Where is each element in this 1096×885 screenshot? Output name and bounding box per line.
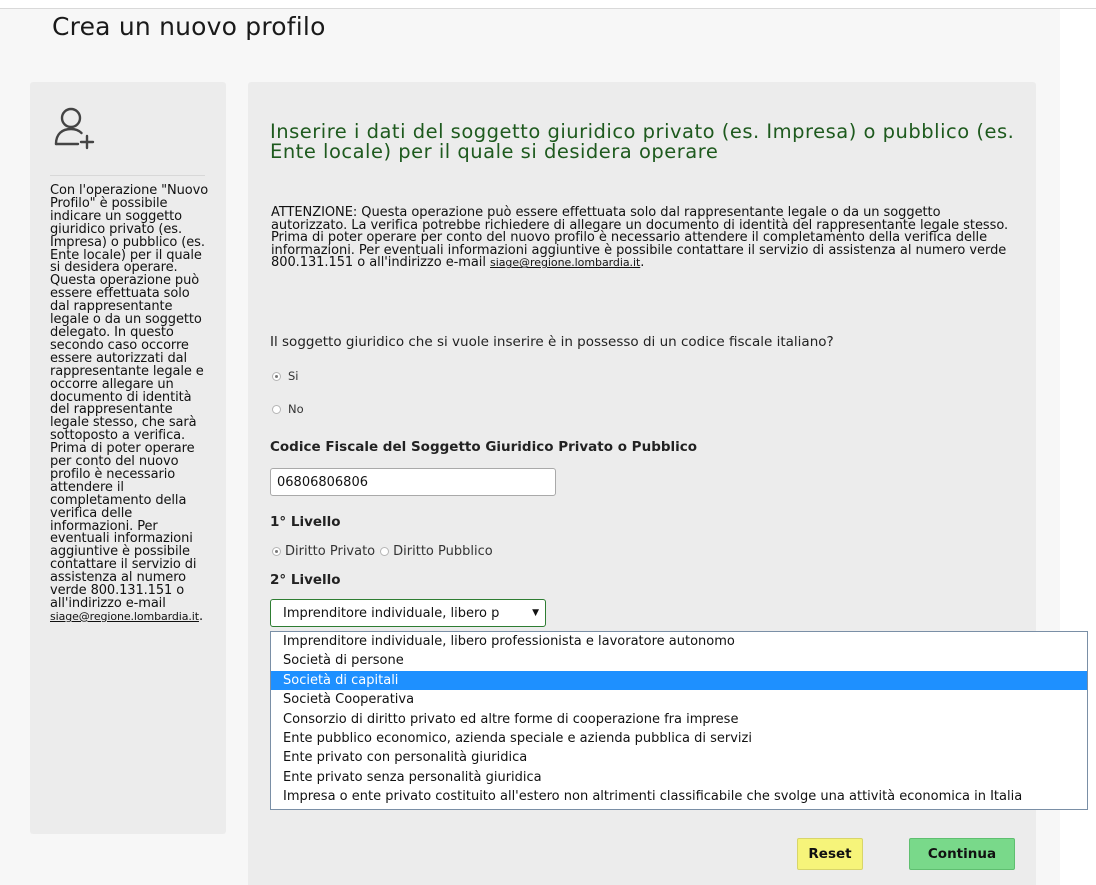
cf-label: Codice Fiscale del Soggetto Giuridico Pr… — [270, 439, 698, 455]
attention-email-link[interactable]: siage@regione.lombardia.it — [490, 256, 640, 270]
level2-dropdown-list[interactable]: Imprenditore individuale, libero profess… — [270, 631, 1088, 810]
info-sidebar: Con l'operazione "Nuovo Profilo" è possi… — [30, 82, 226, 834]
radio-no[interactable]: No — [272, 402, 304, 416]
level1-label: 1° Livello — [270, 514, 341, 530]
user-add-icon — [54, 107, 95, 150]
radio-diritto-privato-button[interactable] — [272, 547, 281, 556]
dropdown-option[interactable]: Consorzio di diritto privato ed altre fo… — [271, 710, 1087, 729]
sidebar-divider — [50, 175, 205, 176]
dropdown-option[interactable]: Imprenditore individuale, libero profess… — [271, 632, 1087, 651]
attention-email-suffix: . — [640, 255, 645, 271]
reset-button[interactable]: Reset — [797, 838, 863, 870]
dropdown-option[interactable]: Società Cooperativa — [271, 690, 1087, 709]
cf-question: Il soggetto giuridico che si vuole inser… — [270, 334, 834, 350]
dropdown-option-highlighted[interactable]: Società di capitali — [271, 670, 1087, 691]
radio-diritto-privato[interactable]: Diritto Privato — [272, 544, 375, 559]
form-heading: Inserire i dati del soggetto giuridico p… — [270, 120, 1015, 163]
level2-select[interactable]: Imprenditore individuale, libero p ▼ — [270, 599, 546, 627]
radio-no-label: No — [288, 402, 304, 416]
dropdown-option[interactable]: Società di persone — [271, 651, 1087, 670]
radio-si-label: Si — [288, 369, 299, 383]
dropdown-option[interactable]: Impresa o ente privato costituito all'es… — [271, 787, 1087, 806]
radio-no-button[interactable] — [272, 404, 281, 414]
attention-notice: ATTENZIONE: Questa operazione può essere… — [271, 206, 1011, 271]
radio-si[interactable]: Si — [272, 369, 299, 383]
radio-si-button[interactable] — [272, 371, 281, 381]
radio-diritto-pubblico-button[interactable] — [380, 547, 390, 556]
continue-button[interactable]: Continua — [909, 838, 1015, 870]
level2-label: 2° Livello — [270, 572, 341, 588]
radio-diritto-pubblico-label: Diritto Pubblico — [393, 544, 493, 559]
sidebar-email-suffix: . — [198, 608, 203, 624]
dropdown-option[interactable]: Ente pubblico economico, azienda special… — [271, 729, 1087, 748]
dropdown-option[interactable]: Ente privato senza personalità giuridica — [271, 768, 1087, 787]
level2-selected-value: Imprenditore individuale, libero p — [283, 605, 500, 621]
dropdown-option[interactable]: Ente privato con personalità giuridica — [271, 748, 1087, 767]
radio-diritto-privato-label: Diritto Privato — [285, 544, 376, 559]
chevron-down-icon: ▼ — [532, 608, 539, 618]
radio-diritto-pubblico[interactable]: Diritto Pubblico — [380, 544, 493, 559]
level1-radio-group: Diritto Privato Diritto Pubblico — [272, 544, 498, 559]
sidebar-description: Con l'operazione "Nuovo Profilo" è possi… — [50, 183, 210, 624]
codice-fiscale-input[interactable] — [270, 468, 556, 496]
sidebar-email-link[interactable]: siage@regione.lombardia.it — [50, 610, 199, 623]
sidebar-text: Con l'operazione "Nuovo Profilo" è possi… — [50, 183, 209, 611]
page-title: Crea un nuovo profilo — [52, 12, 326, 41]
